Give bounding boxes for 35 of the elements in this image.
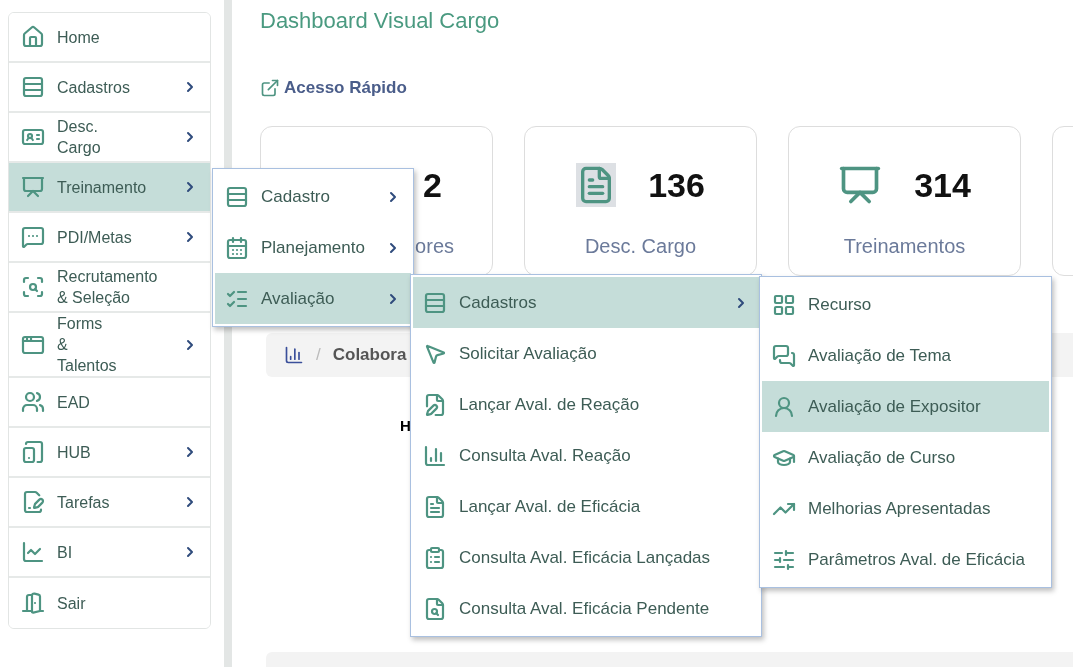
clipboard-icon [423,545,447,570]
menu-item[interactable]: Cadastros [413,277,759,328]
breadcrumb-separator: / [316,343,321,366]
text-fragment: H [400,416,411,434]
sidebar-item[interactable]: Home [9,13,210,63]
sidebar-item[interactable]: Treinamento [9,163,210,213]
presentation-icon [21,175,45,199]
menu-item[interactable]: Avaliação [215,273,411,324]
line-chart-icon [21,540,45,564]
rows-icon [225,184,249,209]
stat-label: Desc. Cargo [584,233,697,259]
menu-item[interactable]: Avaliação de Expositor [762,381,1049,432]
document-search-icon [423,596,447,621]
document-pen-icon [423,392,447,417]
tablet-icon [21,440,45,464]
bar-chart-icon [423,443,447,468]
house-icon [21,25,45,49]
door-icon [21,591,45,615]
document-icon [423,494,447,519]
rows-icon [21,75,45,99]
blocks-icon [772,292,796,317]
stat-value: 136 [648,164,705,206]
stat-value: 2 [423,164,443,206]
chat-icon [772,343,796,368]
bar-chart-icon[interactable] [284,344,304,365]
external-link-icon [260,77,280,98]
section-heading: Acesso Rápido [284,77,407,99]
sliders-icon [772,547,796,572]
stat-value: 314 [914,164,971,206]
breadcrumb-link[interactable]: Colabora [332,341,407,368]
stat-label: ores [415,233,455,259]
document-pen-icon [21,490,45,514]
rows-icon [423,290,447,315]
stat-label: Treinamentos [843,233,966,259]
page-title: Dashboard Visual Cargo [260,7,501,35]
